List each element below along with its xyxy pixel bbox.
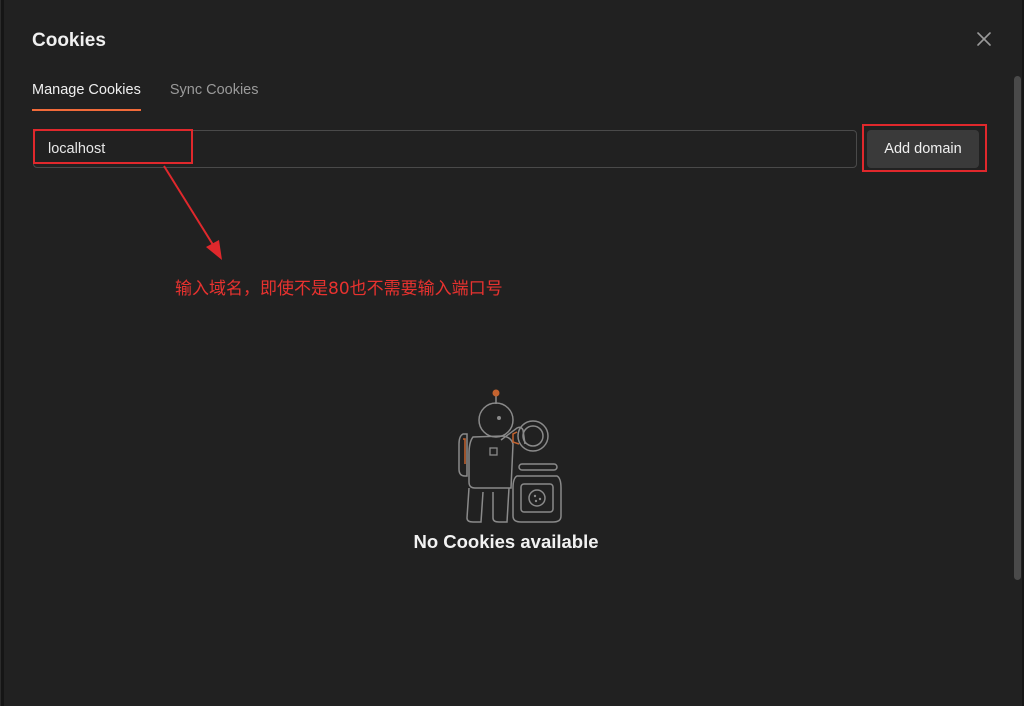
tab-bar: Manage Cookies Sync Cookies	[32, 82, 287, 112]
dialog-edge	[1, 0, 4, 706]
tab-manage-cookies[interactable]: Manage Cookies	[32, 82, 141, 111]
tab-sync-cookies[interactable]: Sync Cookies	[170, 82, 259, 109]
astronaut-cookie-jar-illustration	[458, 389, 562, 523]
empty-state-message: No Cookies available	[413, 531, 599, 552]
close-button[interactable]	[973, 28, 995, 50]
annotation-text: 输入域名，即使不是80也不需要输入端口号	[175, 279, 503, 299]
cookies-dialog: Cookies Manage Cookies Sync Cookies Add …	[0, 0, 1024, 706]
dialog-title: Cookies	[32, 30, 106, 51]
close-icon	[977, 32, 991, 46]
scrollbar[interactable]	[1014, 76, 1021, 580]
add-domain-button[interactable]: Add domain	[867, 130, 979, 168]
domain-input[interactable]	[33, 130, 857, 168]
